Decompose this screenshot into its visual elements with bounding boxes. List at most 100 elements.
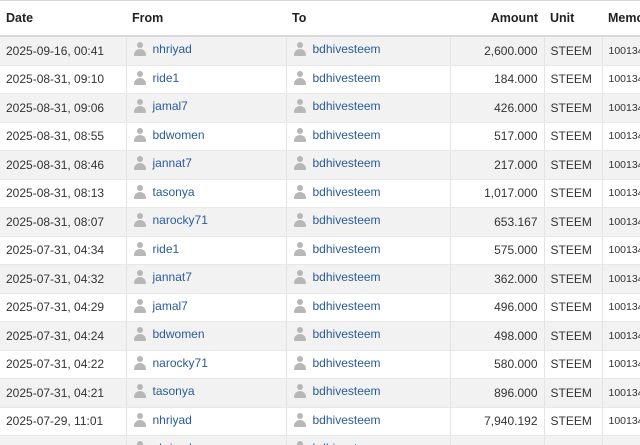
table-row: 2025-08-31, 08:13 tasonya bdhivesteem 1,… (0, 179, 640, 208)
to-account-link[interactable]: bdhivesteem (313, 128, 381, 142)
to-account-link[interactable]: bdhivesteem (313, 242, 381, 256)
header-date[interactable]: Date (0, 1, 126, 37)
from-account-link[interactable]: nhriyad (153, 42, 192, 56)
to-user: bdhivesteem (293, 327, 381, 342)
header-memo[interactable]: Memo (602, 1, 640, 37)
from-account-link[interactable]: jamal7 (153, 299, 188, 313)
user-icon (293, 270, 307, 285)
memo-cell: 100134988 (601, 93, 640, 123)
unit-cell: STEEM (543, 65, 602, 94)
header-from[interactable]: From (126, 1, 286, 37)
header-amount[interactable]: Amount (450, 1, 544, 37)
unit-cell: STEEM (543, 93, 602, 123)
from-account-link[interactable]: ride1 (153, 242, 180, 256)
header-to[interactable]: To (286, 1, 450, 37)
to-user: bdhivesteem (293, 241, 381, 256)
user-icon (293, 298, 307, 313)
unit-cell: STEEM (543, 378, 602, 408)
unit-cell: STEEM (543, 150, 602, 180)
memo-cell: 100134988 (601, 293, 640, 322)
unit-cell: STEEM (543, 264, 602, 294)
to-user: bdhivesteem (293, 42, 381, 57)
from-user: ride1 (133, 70, 180, 85)
unit-cell: STEEM (543, 407, 602, 436)
from-cell: narocky71 (125, 350, 286, 379)
from-cell: jamal7 (125, 93, 286, 123)
user-icon (133, 384, 147, 399)
to-account-link[interactable]: bdhivesteem (313, 213, 381, 227)
to-account-link[interactable]: bdhivesteem (313, 156, 381, 170)
from-account-link[interactable]: narocky71 (153, 356, 208, 370)
to-user: bdhivesteem (293, 127, 381, 142)
to-cell: bdhivesteem (285, 93, 450, 123)
memo-cell: 100134988 (601, 122, 640, 151)
date-cell: 2025-07-01, 00:33 (0, 435, 126, 445)
from-account-link[interactable]: jannat7 (153, 270, 192, 284)
unit-cell: STEEM (543, 207, 602, 237)
from-account-link[interactable]: narocky71 (153, 213, 208, 227)
user-icon (133, 441, 147, 445)
to-user: bdhivesteem (293, 441, 381, 445)
to-account-link[interactable]: bdhivesteem (313, 71, 381, 85)
amount-cell: 496.000 (449, 293, 544, 322)
to-account-link[interactable]: bdhivesteem (313, 384, 381, 398)
user-icon (293, 355, 307, 370)
from-cell: narocky71 (125, 207, 286, 237)
to-cell: bdhivesteem (285, 407, 450, 436)
table-row: 2025-08-31, 08:07 narocky71 bdhivesteem … (0, 207, 640, 237)
from-account-link[interactable]: nhriyad (153, 413, 192, 427)
from-cell: ride1 (125, 236, 286, 265)
memo-cell: 100134988 (601, 435, 640, 445)
memo-cell: 100134988 (601, 150, 640, 180)
from-account-link[interactable]: jannat7 (153, 156, 192, 170)
to-account-link[interactable]: bdhivesteem (313, 441, 381, 445)
from-user: jamal7 (133, 99, 188, 114)
to-user: bdhivesteem (293, 355, 381, 370)
from-account-link[interactable]: tasonya (153, 185, 195, 199)
user-icon (293, 99, 307, 114)
unit-cell: STEEM (543, 179, 602, 208)
to-account-link[interactable]: bdhivesteem (313, 356, 381, 370)
to-user: bdhivesteem (293, 156, 381, 171)
to-user: bdhivesteem (293, 270, 381, 285)
from-user: narocky71 (133, 213, 208, 228)
user-icon (293, 70, 307, 85)
to-account-link[interactable]: bdhivesteem (313, 270, 381, 284)
header-unit[interactable]: Unit (544, 1, 602, 37)
amount-cell: 174.726 (449, 435, 544, 445)
to-user: bdhivesteem (293, 213, 381, 228)
from-cell: jannat7 (125, 264, 286, 294)
to-cell: bdhivesteem (285, 207, 450, 237)
user-icon (293, 384, 307, 399)
to-account-link[interactable]: bdhivesteem (313, 42, 381, 56)
amount-cell: 653.167 (449, 207, 544, 237)
date-cell: 2025-08-31, 08:55 (0, 122, 126, 151)
from-cell: nhriyad (125, 36, 286, 66)
to-cell: bdhivesteem (285, 435, 450, 445)
memo-cell: 100134988 (601, 65, 640, 94)
from-account-link[interactable]: ride1 (153, 71, 180, 85)
memo-cell: 100134988 (601, 350, 640, 379)
amount-cell: 217.000 (449, 150, 544, 180)
to-cell: bdhivesteem (285, 378, 450, 408)
from-account-link[interactable]: tasonya (153, 384, 195, 398)
from-account-link[interactable]: jamal7 (153, 99, 188, 113)
to-user: bdhivesteem (293, 184, 381, 199)
to-cell: bdhivesteem (285, 122, 450, 151)
to-account-link[interactable]: bdhivesteem (313, 99, 381, 113)
date-cell: 2025-07-31, 04:21 (0, 378, 126, 408)
to-cell: bdhivesteem (285, 36, 450, 66)
user-icon (133, 241, 147, 256)
from-account-link[interactable]: bdwomen (153, 327, 205, 341)
to-account-link[interactable]: bdhivesteem (313, 185, 381, 199)
from-account-link[interactable]: nhriyad (153, 441, 192, 445)
from-account-link[interactable]: bdwomen (153, 128, 205, 142)
to-account-link[interactable]: bdhivesteem (313, 327, 381, 341)
to-cell: bdhivesteem (285, 293, 450, 322)
to-account-link[interactable]: bdhivesteem (313, 299, 381, 313)
to-cell: bdhivesteem (285, 65, 450, 94)
from-user: ride1 (133, 241, 180, 256)
to-user: bdhivesteem (293, 384, 381, 399)
to-cell: bdhivesteem (285, 350, 450, 379)
to-account-link[interactable]: bdhivesteem (313, 413, 381, 427)
